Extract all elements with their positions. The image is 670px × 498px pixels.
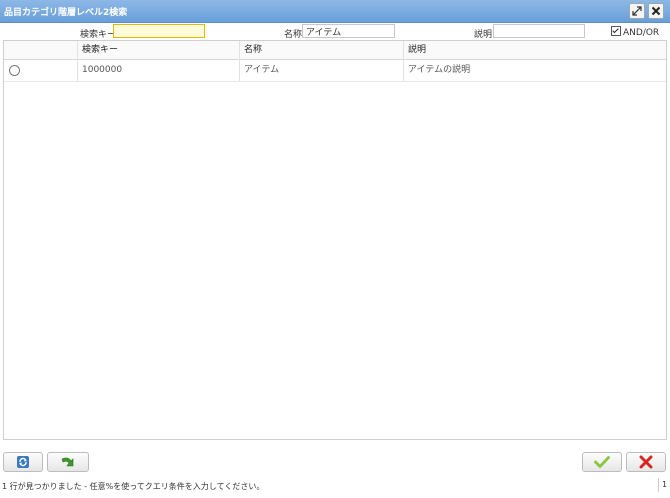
checkmark-icon <box>594 456 610 468</box>
reset-arrow-icon <box>61 457 74 467</box>
maximize-icon <box>632 6 642 16</box>
search-criteria-bar: 検索キー 名称 説明 AND/OR <box>0 22 670 40</box>
andor-label: AND/OR <box>623 28 660 38</box>
reset-button[interactable] <box>47 452 89 472</box>
window-title: 品目カテゴリ階層レベル2検索 <box>4 8 128 18</box>
cell-name: アイテム <box>240 59 404 81</box>
table-header: 検索キー 名称 説明 <box>4 41 666 60</box>
ok-button[interactable] <box>582 452 622 472</box>
cancel-button[interactable] <box>626 452 666 472</box>
column-header-select <box>4 41 78 59</box>
close-icon <box>651 6 661 16</box>
name-label: 名称 <box>284 30 303 40</box>
search-key-input[interactable] <box>113 24 205 38</box>
column-header-description[interactable]: 説明 <box>404 41 666 59</box>
andor-checkbox[interactable]: AND/OR <box>611 26 659 38</box>
title-bar: 品目カテゴリ階層レベル2検索 <box>0 0 670 23</box>
column-header-search-key[interactable]: 検索キー <box>78 41 240 59</box>
name-input[interactable] <box>302 24 395 38</box>
row-radio-button[interactable] <box>9 65 20 76</box>
search-key-label: 検索キー <box>80 30 117 40</box>
cancel-x-icon <box>639 455 653 469</box>
description-label: 説明 <box>474 30 493 40</box>
footer-bar: 1 行が見つかりました - 任意%を使ってクエリ条件を入力してください。 1 <box>0 446 670 498</box>
refresh-button[interactable] <box>3 452 43 472</box>
status-message: 1 行が見つかりました - 任意%を使ってクエリ条件を入力してください。 <box>2 482 265 491</box>
cell-description: アイテムの説明 <box>408 65 471 75</box>
refresh-icon <box>17 456 29 468</box>
column-header-name[interactable]: 名称 <box>240 41 404 59</box>
results-table: 検索キー 名称 説明 1000000 アイテム アイテムの説明 <box>3 40 667 440</box>
row-select-cell[interactable] <box>4 59 78 81</box>
checkbox-checked-icon <box>611 26 621 36</box>
maximize-button[interactable] <box>629 3 645 19</box>
page-indicator: 1 <box>658 478 667 492</box>
close-button[interactable] <box>648 3 664 19</box>
table-row[interactable]: 1000000 アイテム アイテムの説明 <box>4 59 666 82</box>
description-input[interactable] <box>493 24 585 38</box>
cell-search-key: 1000000 <box>78 59 240 81</box>
